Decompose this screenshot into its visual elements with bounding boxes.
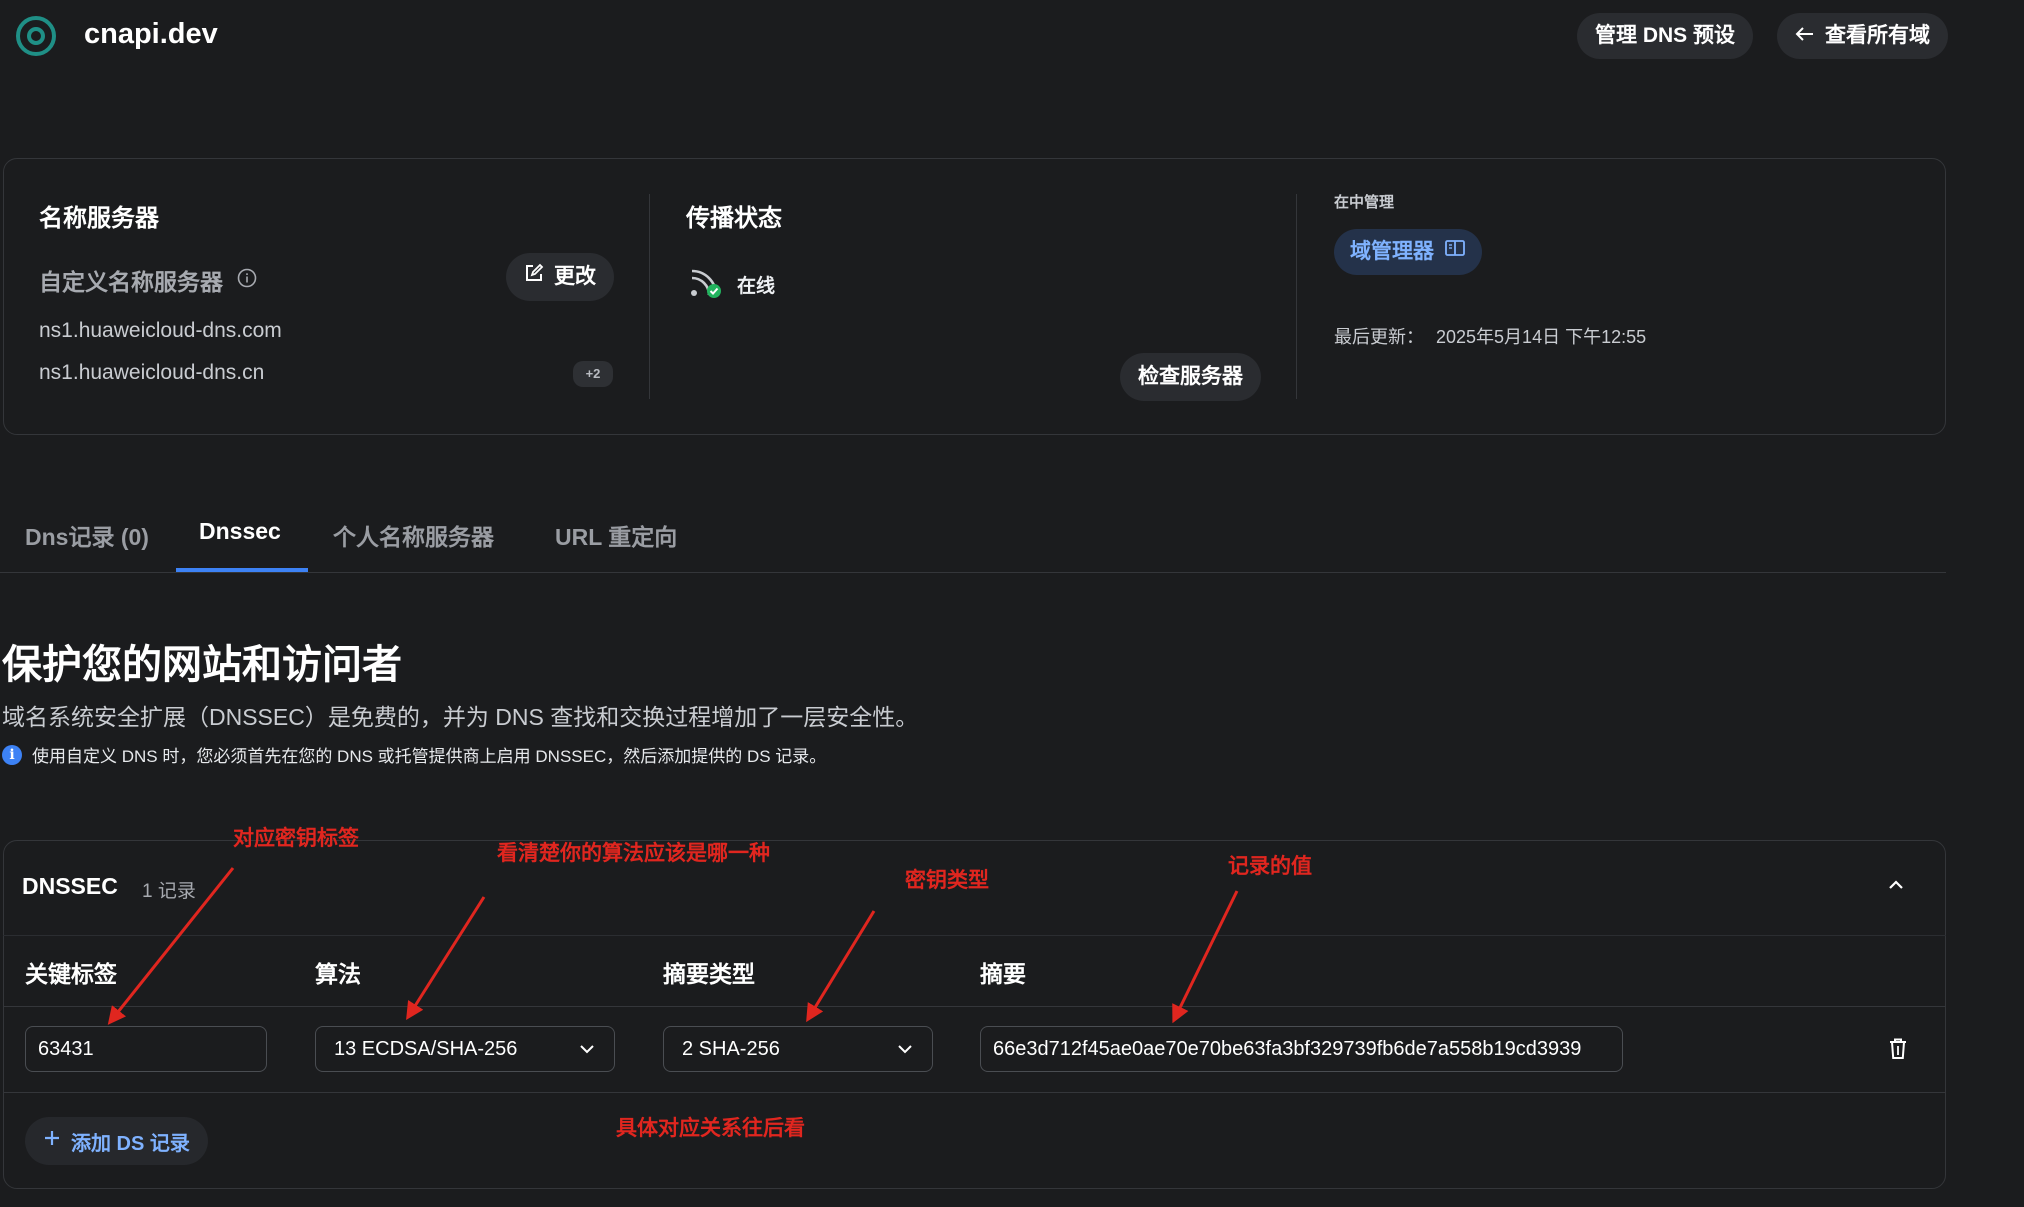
digest-input[interactable]: 66e3d712f45ae0ae70e70be63fa3bf329739fb6d… [980, 1026, 1623, 1072]
col-digest: 摘要 [980, 961, 1026, 987]
status-online-text: 在线 [737, 276, 776, 297]
active-tab-indicator [176, 568, 308, 572]
check-servers-button[interactable]: 检查服务器 [1120, 353, 1261, 401]
protect-description: 域名系统安全扩展（DNSSEC）是免费的，并为 DNS 查找和交换过程增加了一层… [2, 704, 919, 730]
dnssec-note-text: 使用自定义 DNS 时，您必须首先在您的 DNS 或托管提供商上启用 DNSSE… [32, 747, 827, 766]
plus-icon [43, 1129, 61, 1153]
edit-icon [524, 254, 544, 300]
arrow-left-icon [1795, 13, 1815, 59]
custom-nameservers-text: 自定义名称服务器 [39, 269, 223, 295]
col-digest-type: 摘要类型 [663, 961, 755, 987]
last-updated-value: 2025年5月14日 下午12:55 [1436, 327, 1647, 347]
app-logo-icon [14, 14, 58, 58]
manage-dns-preset-button[interactable]: 管理 DNS 预设 [1577, 13, 1754, 59]
chevron-down-icon [896, 1027, 914, 1071]
managed-in-label: 在中管理 [1334, 194, 1395, 211]
annotation-key-type: 密钥类型 [905, 869, 989, 892]
tab-url-redirect[interactable]: URL 重定向 [555, 518, 677, 552]
chevron-up-icon[interactable] [1885, 877, 1907, 898]
dnssec-card-title: DNSSEC [22, 873, 118, 899]
chevron-down-icon [578, 1027, 596, 1071]
add-ds-record-label: 添加 DS 记录 [71, 1132, 190, 1155]
key-tag-input[interactable]: 63431 [25, 1026, 267, 1072]
propagation-title: 传播状态 [686, 205, 782, 232]
tab-personal-nameservers[interactable]: 个人名称服务器 [333, 518, 494, 552]
signal-online-icon [689, 265, 723, 304]
more-nameservers-badge[interactable]: +2 [573, 361, 613, 387]
dnssec-header-divider [3, 935, 1946, 936]
trash-icon[interactable] [1887, 1037, 1909, 1066]
nameservers-title: 名称服务器 [39, 205, 159, 232]
table-row-divider [3, 1092, 1946, 1093]
annotation-algorithm: 看清楚你的算法应该是哪一种 [497, 842, 770, 865]
dnssec-record-count: 1 记录 [142, 881, 196, 902]
view-all-domains-button[interactable]: 查看所有域 [1777, 13, 1948, 59]
protect-heading: 保护您的网站和访问者 [2, 643, 402, 687]
change-label: 更改 [554, 265, 596, 288]
propagation-status: 在线 [689, 265, 775, 304]
info-icon: i [2, 744, 22, 765]
domain-manager-button[interactable]: 域管理器 [1334, 229, 1482, 275]
nameserver-entry: ns1.huaweicloud-dns.com [39, 319, 282, 342]
tab-dnssec[interactable]: Dnssec [199, 518, 281, 545]
annotation-mapping-note: 具体对应关系往后看 [616, 1117, 805, 1140]
col-key-tag: 关键标签 [25, 961, 117, 987]
tab-dns-records[interactable]: Dns记录 (0) [25, 518, 149, 552]
domain-manager-label: 域管理器 [1350, 240, 1434, 263]
algorithm-select[interactable]: 13 ECDSA/SHA-256 [315, 1026, 615, 1072]
dnssec-note: i 使用自定义 DNS 时，您必须首先在您的 DNS 或托管提供商上启用 DNS… [2, 742, 826, 767]
tabs-divider [0, 572, 1946, 573]
col-algorithm: 算法 [315, 961, 361, 987]
last-updated: 最后更新： 2025年5月14日 下午12:55 [1334, 323, 1646, 349]
custom-nameservers-label: 自定义名称服务器 [39, 263, 257, 297]
annotation-key-tag: 对应密钥标签 [233, 827, 359, 850]
change-nameservers-button[interactable]: 更改 [506, 253, 614, 301]
add-ds-record-button[interactable]: 添加 DS 记录 [25, 1117, 208, 1165]
manage-dns-preset-label: 管理 DNS 预设 [1595, 24, 1736, 47]
domain-info-card: 名称服务器 自定义名称服务器 更改 ns1.huaweicloud-dns.co… [3, 158, 1946, 435]
table-header-divider [3, 1006, 1946, 1007]
domain-title: cnapi.dev [84, 18, 218, 50]
book-open-icon [1444, 229, 1466, 275]
info-circle-icon[interactable] [237, 267, 257, 294]
last-updated-label: 最后更新： [1334, 327, 1424, 347]
check-servers-label: 检查服务器 [1138, 365, 1243, 388]
algorithm-value: 13 ECDSA/SHA-256 [334, 1038, 518, 1060]
annotation-record-value: 记录的值 [1228, 855, 1312, 878]
nameserver-entry: ns1.huaweicloud-dns.cn [39, 361, 265, 384]
view-all-domains-label: 查看所有域 [1825, 24, 1930, 47]
digest-type-select[interactable]: 2 SHA-256 [663, 1026, 933, 1072]
digest-type-value: 2 SHA-256 [682, 1038, 780, 1060]
